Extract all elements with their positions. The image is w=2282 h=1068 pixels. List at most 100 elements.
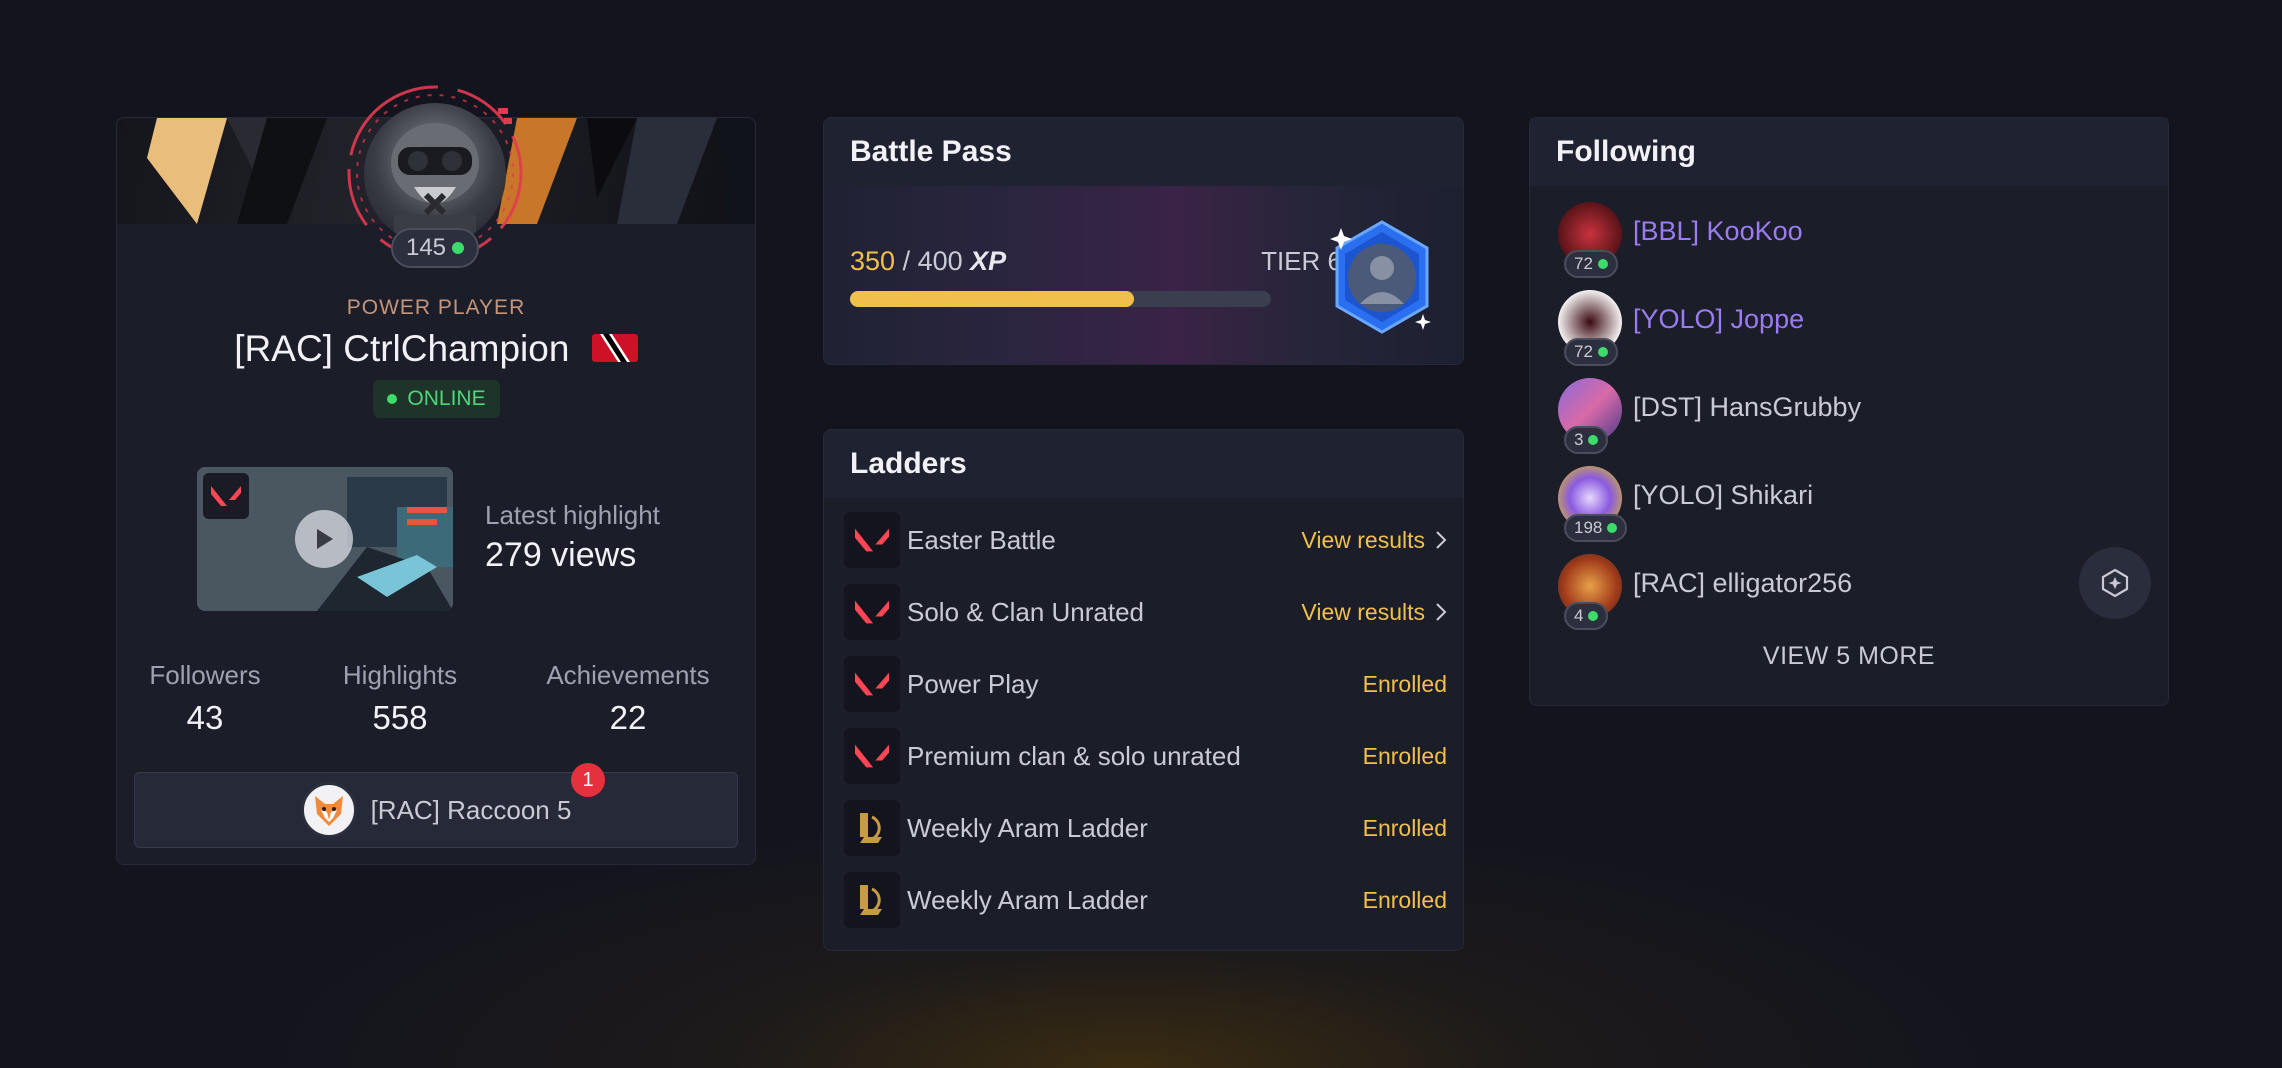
- profile-clan-tag: [RAC]: [234, 328, 333, 369]
- battle-pass-title: Battle Pass: [824, 118, 1463, 186]
- following-card: Following 72 [BBL] KooKoo 72 [YOLO] Jopp…: [1529, 117, 2169, 706]
- xp-current: 350: [850, 246, 896, 276]
- user-level: 4: [1574, 606, 1584, 625]
- view-results-link[interactable]: View results: [1301, 599, 1447, 626]
- user-level-badge: 72: [1564, 250, 1618, 278]
- stat-followers[interactable]: Followers 43: [145, 660, 265, 737]
- view-results-link[interactable]: View results: [1301, 527, 1447, 554]
- xp-total: / 400: [902, 246, 963, 276]
- user-level: 72: [1574, 342, 1593, 361]
- trinidad-flag-icon: [591, 334, 638, 363]
- ladders-card: Ladders Easter Battle View results Solo …: [823, 429, 1464, 951]
- user-level: 72: [1574, 254, 1593, 273]
- tier-medal-icon: [1330, 220, 1431, 334]
- view-more-button[interactable]: VIEW 5 MORE: [1530, 642, 2168, 671]
- league-of-legends-icon: [844, 872, 900, 928]
- profile-username: CtrlChampion: [343, 328, 570, 369]
- valorant-icon: [844, 584, 900, 640]
- battle-pass-tier: TIER 6: [1261, 246, 1342, 276]
- ladder-row[interactable]: Power Play Enrolled: [824, 648, 1463, 720]
- ladders-title: Ladders: [824, 430, 1463, 498]
- user-level: 3: [1574, 430, 1584, 449]
- chevron-right-icon: [1436, 531, 1447, 549]
- profile-name: [RAC] CtrlChampion: [117, 328, 755, 370]
- online-status-text: ONLINE: [407, 387, 486, 410]
- stat-value: 22: [609, 699, 647, 736]
- ladder-name: Weekly Aram Ladder: [907, 884, 1148, 915]
- stat-label: Followers: [149, 660, 261, 690]
- floating-action-button[interactable]: [2079, 547, 2151, 619]
- ladder-name: Solo & Clan Unrated: [907, 596, 1145, 627]
- user-level-badge: 3: [1564, 426, 1609, 454]
- online-dot-icon: [452, 242, 465, 254]
- raccoon-clan-logo-icon: [300, 782, 357, 838]
- ladder-row[interactable]: Easter Battle View results: [824, 504, 1463, 576]
- ladder-status: View results: [1301, 526, 1425, 553]
- user-name: [YOLO] Shikari: [1633, 480, 1814, 510]
- following-item[interactable]: 72 [BBL] KooKoo: [1530, 198, 2168, 278]
- battle-pass-progress-fill: [850, 291, 1134, 307]
- user-level-badge: 198: [1564, 514, 1628, 542]
- highlight-thumbnail[interactable]: [197, 467, 453, 611]
- stat-value: 43: [186, 699, 224, 736]
- user-name: [DST] HansGrubby: [1633, 392, 1862, 422]
- ladder-name: Weekly Aram Ladder: [907, 812, 1148, 843]
- following-item[interactable]: 4 [RAC] elligator256: [1530, 550, 2168, 630]
- ladder-status: Enrolled: [1362, 886, 1447, 913]
- notification-badge: 1: [571, 763, 605, 797]
- profile-role: POWER PLAYER: [346, 296, 526, 319]
- chevron-right-icon: [1436, 603, 1447, 621]
- following-title: Following: [1530, 118, 2168, 186]
- xp-unit: XP: [970, 246, 1007, 276]
- following-item[interactable]: 198 [YOLO] Shikari: [1530, 462, 2168, 542]
- user-level-badge: 72: [1564, 338, 1618, 366]
- following-item[interactable]: 3 [DST] HansGrubby: [1530, 374, 2168, 454]
- ladder-name: Premium clan & solo unrated: [907, 740, 1241, 771]
- online-dot-icon: [387, 394, 398, 404]
- online-dot-icon: [1588, 435, 1599, 445]
- user-level-badge: 4: [1564, 602, 1609, 630]
- stat-value: 558: [372, 699, 428, 736]
- clan-button-label: [RAC] Raccoon 5: [370, 794, 572, 825]
- battle-pass-xp: 350 / 400 XP: [850, 246, 1006, 277]
- stat-achievements[interactable]: Achievements 22: [533, 660, 723, 737]
- hexagon-star-icon: [2101, 568, 2129, 598]
- user-name: [BBL] KooKoo: [1633, 216, 1803, 246]
- highlight-views: 279 views: [485, 536, 637, 574]
- profile-level: 145: [405, 234, 447, 261]
- league-of-legends-icon: [844, 800, 900, 856]
- battle-pass-card[interactable]: Battle Pass 350 / 400 XP TIER 6: [823, 117, 1464, 365]
- online-dot-icon: [1607, 523, 1618, 533]
- online-dot-icon: [1597, 347, 1608, 357]
- clan-button[interactable]: [RAC] Raccoon 5: [134, 772, 738, 848]
- ladder-status: Enrolled: [1362, 742, 1447, 769]
- ladder-row[interactable]: Solo & Clan Unrated View results: [824, 576, 1463, 648]
- user-level: 198: [1574, 518, 1603, 537]
- ladder-row[interactable]: Weekly Aram Ladder Enrolled: [824, 792, 1463, 864]
- online-dot-icon: [1597, 259, 1608, 269]
- stat-highlights[interactable]: Highlights 558: [335, 660, 465, 737]
- ladder-name: Easter Battle: [907, 524, 1056, 555]
- stat-label: Highlights: [342, 660, 458, 690]
- ladder-status: Enrolled: [1362, 814, 1447, 841]
- ladder-name: Power Play: [907, 668, 1039, 699]
- ladder-row[interactable]: Premium clan & solo unrated Enrolled: [824, 720, 1463, 792]
- profile-card: 145 POWER PLAYER [RAC] CtrlChampion ONLI…: [116, 85, 756, 865]
- profile-avatar[interactable]: [364, 103, 506, 245]
- profile-level-badge: 145: [391, 228, 479, 268]
- user-name: [RAC] elligator256: [1633, 568, 1853, 598]
- ladder-status: Enrolled: [1362, 670, 1447, 697]
- online-dot-icon: [1588, 611, 1599, 621]
- highlight-label: Latest highlight: [485, 500, 660, 530]
- valorant-icon: [844, 512, 900, 568]
- masked-soldier-icon: [391, 123, 479, 245]
- battle-pass-progress-bar: [850, 291, 1271, 307]
- valorant-icon: [203, 473, 249, 519]
- valorant-icon: [844, 728, 900, 784]
- online-status-badge: ONLINE: [373, 380, 500, 418]
- ladder-row[interactable]: Weekly Aram Ladder Enrolled: [824, 864, 1463, 936]
- play-icon[interactable]: [295, 510, 353, 568]
- ladder-status: View results: [1301, 598, 1425, 625]
- stat-label: Achievements: [546, 660, 710, 690]
- following-item[interactable]: 72 [YOLO] Joppe: [1530, 286, 2168, 366]
